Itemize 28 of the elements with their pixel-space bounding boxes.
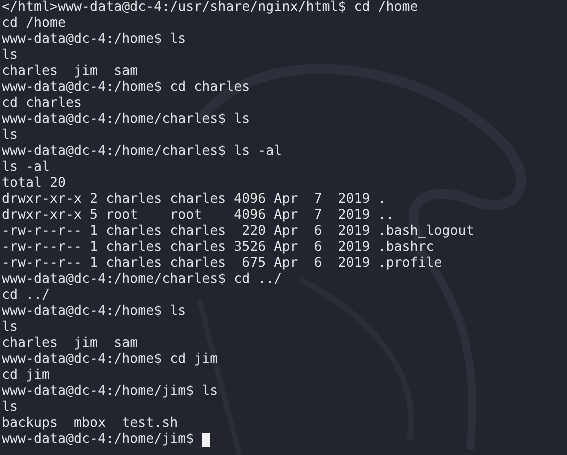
terminal-line: -rw-r--r-- 1 charles charles 220 Apr 6 2019 .bash_logout [2, 224, 474, 240]
terminal-line: www-data@dc-4:/home$ ls [2, 304, 186, 320]
terminal-line: cd jim [2, 368, 50, 384]
terminal-line: ls [2, 400, 18, 416]
terminal-line: www-data@dc-4:/home/jim$ [2, 432, 194, 448]
terminal-line: www-data@dc-4:/home/charles$ ls -al [2, 144, 282, 160]
terminal-line: charles jim sam [2, 64, 138, 80]
terminal-line: backups mbox test.sh [2, 416, 178, 432]
terminal-line: cd ../ [2, 288, 50, 304]
terminal-line: ls [2, 128, 18, 144]
terminal-line: total 20 [2, 176, 66, 192]
terminal-line: www-data@dc-4:/home/jim$ ls [2, 384, 218, 400]
terminal-line: www-data@dc-4:/home$ cd charles [2, 80, 250, 96]
terminal-line: www-data@dc-4:/home/charles$ cd ../ [2, 272, 282, 288]
terminal-line: www-data@dc-4:/home$ cd jim [2, 352, 218, 368]
terminal-line: </html>www-data@dc-4:/usr/share/nginx/html$ cd /home [2, 0, 418, 16]
terminal-line: -rw-r--r-- 1 charles charles 3526 Apr 6 2019 .bashrc [2, 240, 434, 256]
terminal-line: ls [2, 48, 18, 64]
terminal-line: cd charles [2, 96, 82, 112]
terminal-line: -rw-r--r-- 1 charles charles 675 Apr 6 2019 .profile [2, 256, 442, 272]
terminal-line: drwxr-xr-x 2 charles charles 4096 Apr 7 2019 . [2, 192, 386, 208]
terminal-line: charles jim sam [2, 336, 138, 352]
terminal-line: drwxr-xr-x 5 root root 4096 Apr 7 2019 .. [2, 208, 394, 224]
terminal-line: ls -al [2, 160, 50, 176]
terminal-line: www-data@dc-4:/home$ ls [2, 32, 186, 48]
terminal-line: cd /home [2, 16, 66, 32]
terminal-line: www-data@dc-4:/home/charles$ ls [2, 112, 250, 128]
terminal-line: ls [2, 320, 18, 336]
